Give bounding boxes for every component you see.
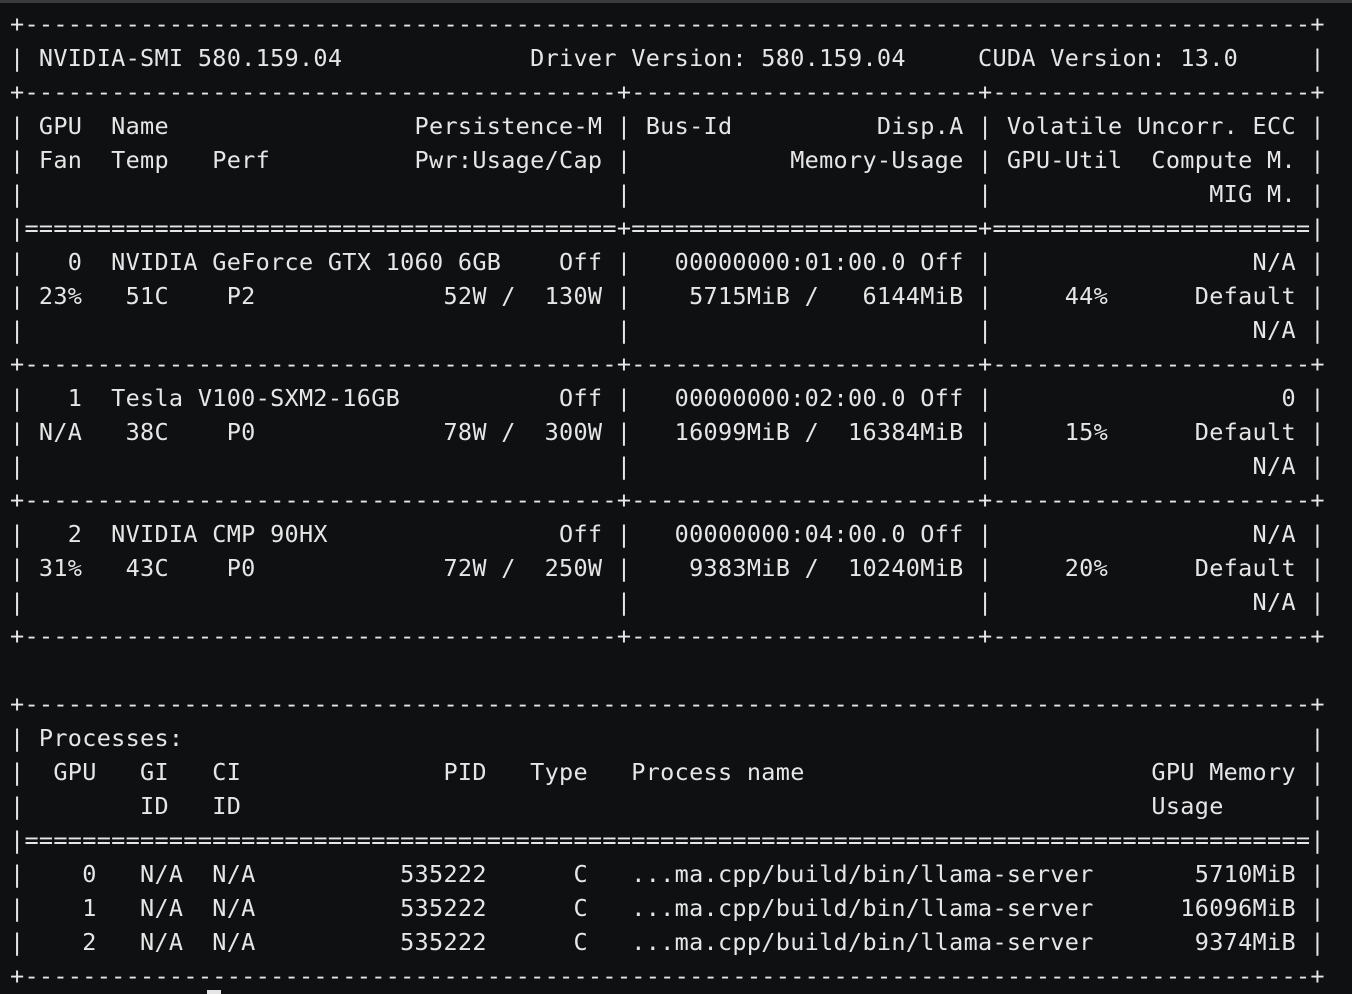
process-row: | 2 N/A N/A 535222 C ...ma.cpp/build/bin… (10, 928, 1325, 956)
gpu-1-row-3: | | | N/A | (10, 452, 1325, 480)
gpu-2-row-3: | | | N/A | (10, 588, 1325, 616)
process-table-header-sep: |=======================================… (10, 826, 1325, 854)
gpu-0-separator: +---------------------------------------… (10, 350, 1325, 378)
process-row: | 0 N/A N/A 535222 C ...ma.cpp/build/bin… (10, 860, 1325, 888)
processes-title: | Processes: | (10, 724, 1325, 752)
gpu-table-header-sep: |=======================================… (10, 214, 1325, 242)
gpu-table-bottom-border: +---------------------------------------… (10, 622, 1325, 650)
process-row: | 1 N/A N/A 535222 C ...ma.cpp/build/bin… (10, 894, 1325, 922)
gpu-2-row-2: | 31% 43C P0 72W / 250W | 9383MiB / 1024… (10, 554, 1325, 582)
header-top-border: +---------------------------------------… (10, 10, 1325, 38)
gpu-0-row-3: | | | N/A | (10, 316, 1325, 344)
process-table-header-1: | GPU GI CI PID Type Process name GPU Me… (10, 758, 1325, 786)
gpu-2-row-1: | 2 NVIDIA CMP 90HX Off | 00000000:04:00… (10, 520, 1325, 548)
gpu-table-header-1: | GPU Name Persistence-M | Bus-Id Disp.A… (10, 112, 1325, 140)
process-table-bottom-border: +---------------------------------------… (10, 962, 1325, 990)
header-version-line: | NVIDIA-SMI 580.159.04 Driver Version: … (10, 44, 1325, 72)
gpu-0-row-2: | 23% 51C P2 52W / 130W | 5715MiB / 6144… (10, 282, 1325, 310)
gpu-table-header-2: | Fan Temp Perf Pwr:Usage/Cap | Memory-U… (10, 146, 1325, 174)
process-table-top-border: +---------------------------------------… (10, 690, 1325, 718)
terminal-cursor (207, 990, 221, 994)
gpu-1-row-1: | 1 Tesla V100-SXM2-16GB Off | 00000000:… (10, 384, 1325, 412)
gpu-1-separator: +---------------------------------------… (10, 486, 1325, 514)
gpu-1-row-2: | N/A 38C P0 78W / 300W | 16099MiB / 163… (10, 418, 1325, 446)
terminal-output[interactable]: +---------------------------------------… (0, 0, 1352, 994)
process-table-header-2: | ID ID Usage | (10, 792, 1325, 820)
gpu-0-row-1: | 0 NVIDIA GeForce GTX 1060 6GB Off | 00… (10, 248, 1325, 276)
gpu-table-header-3: | | | MIG M. | (10, 180, 1325, 208)
gpu-table-top-border: +---------------------------------------… (10, 78, 1325, 106)
